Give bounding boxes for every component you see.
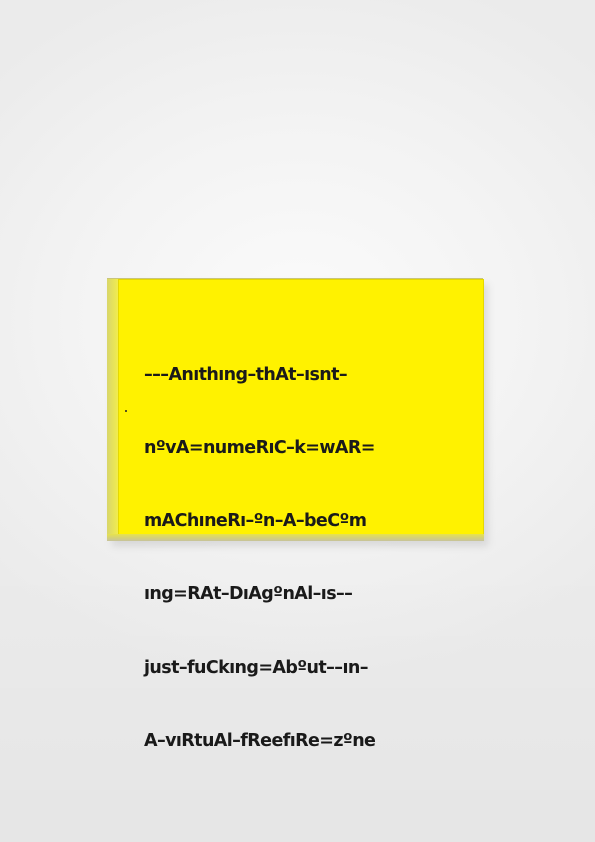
artwork-text-line: A–vıRtuAl–fReefıRe=zºne: [144, 730, 376, 751]
artwork-text-line: ıng=RAt–DıAgºnAl–ıs––: [144, 584, 353, 605]
artwork-text-line: just–fuCkıng=Abºut––ın–: [144, 657, 368, 678]
artwork-text-line: nºvA=numeRıC–k=wAR=: [144, 438, 375, 459]
artwork-text-line: –––Anıthıng–thAt–ısnt–: [144, 364, 348, 385]
artwork-text-line: mAChıneRı–ºn–A–beCºm: [144, 511, 367, 532]
mounting-dot: [125, 410, 127, 412]
artwork-text: –––Anıthıng–thAt–ısnt– nºvA=numeRıC–k=wA…: [144, 314, 464, 778]
